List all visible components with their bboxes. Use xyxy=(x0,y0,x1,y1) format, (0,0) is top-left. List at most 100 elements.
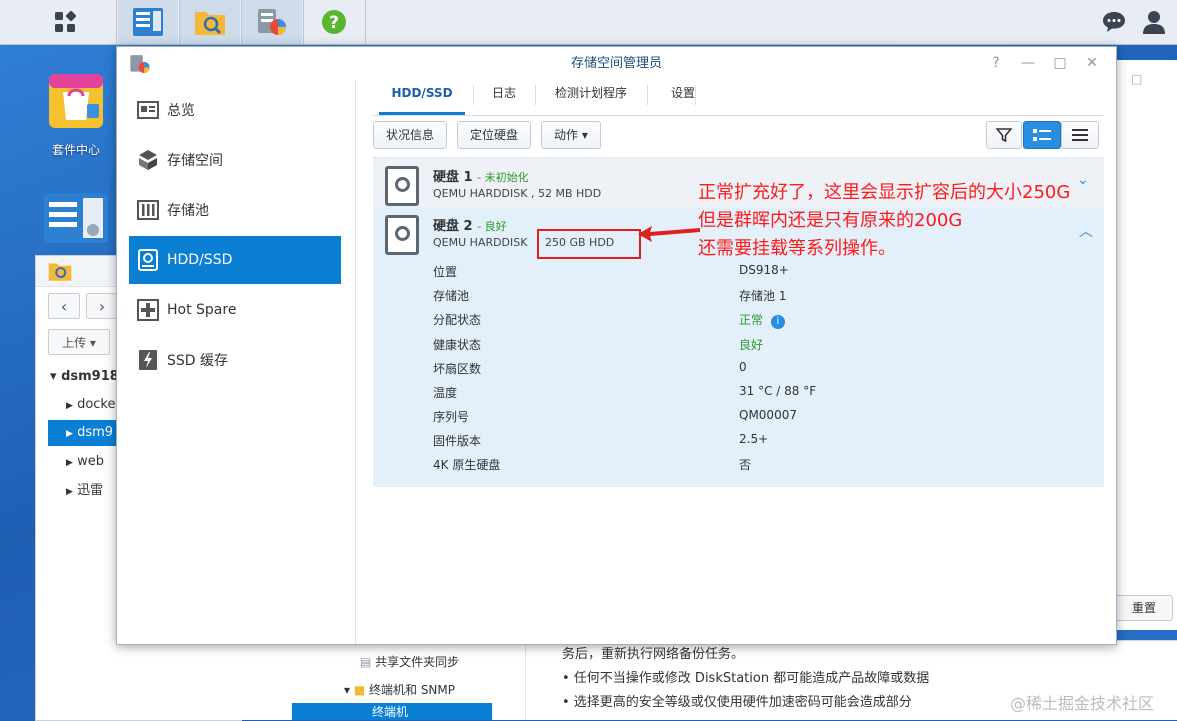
tab-bar: HDD/SSD 日志 检测计划程序 设置 xyxy=(373,81,1103,116)
upload-button[interactable]: 上传 ▾ xyxy=(48,329,110,355)
folder-search-icon xyxy=(195,12,225,35)
hdd-icon xyxy=(385,166,419,206)
main-menu-button[interactable] xyxy=(35,0,95,44)
sidebar-item-overview[interactable]: 总览 xyxy=(129,86,341,134)
maximize-button[interactable]: □ xyxy=(1051,55,1069,71)
user-button[interactable] xyxy=(1130,0,1177,44)
disk-name: 硬盘 1 xyxy=(433,170,473,185)
sidebar-item-hdd-ssd[interactable]: HDD/SSD xyxy=(129,236,341,284)
caret-down-icon: ▾ xyxy=(50,369,57,384)
prop-value: 2.5+ xyxy=(739,432,769,446)
taskbar-control-panel[interactable] xyxy=(118,0,178,44)
caret-right-icon: ▶ xyxy=(66,487,73,497)
prop-value: 正常 i xyxy=(739,311,785,329)
disk-name: 硬盘 2 xyxy=(433,219,473,234)
action-button[interactable]: 动作 ▾ xyxy=(541,121,601,149)
allocation-status: 正常 xyxy=(739,313,764,327)
tree-item-label: docke xyxy=(77,397,116,412)
list-view-button[interactable] xyxy=(1061,121,1099,149)
document-icon: ▤ xyxy=(360,655,376,669)
sidebar-item-label: SSD 缓存 xyxy=(167,353,229,369)
locate-disk-button[interactable]: 定位硬盘 xyxy=(457,121,532,149)
hdd-icon xyxy=(385,215,419,255)
info-icon[interactable]: i xyxy=(770,315,785,329)
hdd-icon xyxy=(137,249,159,271)
reset-button[interactable]: 重置 xyxy=(1115,595,1173,621)
storage-manager-window: 存储空间管理员 ? — □ ✕ 总览 存储空间 存储池 HDD/SSD Hot … xyxy=(116,46,1117,645)
sidebar-item-label: HDD/SSD xyxy=(167,252,233,268)
detail-view-button[interactable] xyxy=(1023,121,1061,149)
sidebar: 总览 存储空间 存储池 HDD/SSD Hot Spare SSD 缓存 xyxy=(117,81,356,644)
prop-label: 分配状态 xyxy=(433,313,482,327)
notice-line-1: 务后，重新执行网络备份任务。 xyxy=(562,647,745,662)
disk-title: 硬盘 1 - 未初始化 xyxy=(433,170,529,185)
tab-logs[interactable]: 日志 xyxy=(479,81,529,115)
storage-manager-icon xyxy=(258,9,286,35)
annotation-highlight-box xyxy=(537,229,641,259)
disk-status: 良好 xyxy=(484,220,507,233)
prop-value: QM00007 xyxy=(739,408,797,422)
shopping-bag-icon xyxy=(49,74,103,128)
prop-value: 0 xyxy=(739,360,747,374)
window-restore-icon: □ xyxy=(1131,72,1143,86)
minimize-button[interactable]: — xyxy=(1019,55,1037,71)
prop-label: 固件版本 xyxy=(433,434,482,448)
desktop-icon-control-panel[interactable] xyxy=(42,192,110,247)
tab-settings[interactable]: 设置 xyxy=(653,81,713,115)
prop-label: 4K 原生硬盘 xyxy=(433,458,501,472)
prop-label: 位置 xyxy=(433,265,458,279)
prop-value: 否 xyxy=(739,458,752,472)
prop-value: 良好 xyxy=(739,338,764,352)
disk-status: 未初始化 xyxy=(484,171,529,184)
back-button[interactable]: ‹ xyxy=(48,293,80,319)
prop-value: 存储池 1 xyxy=(739,289,787,303)
chevron-down-icon[interactable]: ⌄ xyxy=(1077,172,1089,188)
window-title: 存储空间管理员 xyxy=(570,56,662,71)
hot-spare-icon xyxy=(137,299,159,321)
ssd-cache-icon xyxy=(137,349,159,371)
help-button[interactable]: ? xyxy=(987,55,1005,71)
chevron-left-icon: ‹ xyxy=(60,296,68,316)
caret-right-icon: ▶ xyxy=(66,429,73,439)
prop-label: 坏扇区数 xyxy=(433,362,482,376)
disk-model: QEMU HARDDISK , 52 MB HDD xyxy=(433,187,602,200)
tab-test-scheduler[interactable]: 检测计划程序 xyxy=(541,81,641,115)
tree-item-terminal[interactable]: 终端机 xyxy=(292,703,492,720)
sidebar-item-volume[interactable]: 存储空间 xyxy=(129,136,341,184)
prop-value: DS918+ xyxy=(739,263,789,277)
package-center-label: 套件中心 xyxy=(51,143,100,157)
taskbar-file-station[interactable] xyxy=(180,0,240,44)
close-button[interactable]: ✕ xyxy=(1083,55,1101,71)
filter-icon xyxy=(996,128,1012,143)
detail-list-icon xyxy=(1033,129,1051,141)
chevron-up-icon[interactable]: ︿ xyxy=(1079,221,1093,241)
filter-button[interactable] xyxy=(986,121,1022,149)
sidebar-item-storage-pool[interactable]: 存储池 xyxy=(129,186,341,234)
sidebar-item-label: 存储池 xyxy=(167,203,209,219)
user-icon xyxy=(1142,11,1165,34)
sidebar-item-hot-spare[interactable]: Hot Spare xyxy=(129,286,341,334)
tree-item-terminal-snmp[interactable]: ▾ ■ 终端机和 SNMP xyxy=(344,681,455,698)
overview-icon xyxy=(137,99,159,121)
taskbar-storage-manager[interactable] xyxy=(242,0,302,44)
folder-search-icon xyxy=(48,263,72,281)
sidebar-item-label: 总览 xyxy=(167,103,195,119)
tree-item-label: dsm9 xyxy=(77,425,114,440)
taskbar-help[interactable]: ? xyxy=(304,0,364,44)
tree-root-label: dsm918 xyxy=(61,369,119,384)
svg-text:?: ? xyxy=(329,13,339,33)
annotation-arrow xyxy=(638,226,700,242)
annotation-line-3: 还需要挂载等系列操作。 xyxy=(698,238,896,259)
tree-item-share-sync[interactable]: ▤ 共享文件夹同步 xyxy=(360,653,459,670)
status-info-button[interactable]: 状况信息 xyxy=(373,121,448,149)
list-icon xyxy=(1072,129,1088,141)
desktop-icon-package-center[interactable]: 套件中心 xyxy=(40,70,112,158)
prop-label: 存储池 xyxy=(433,289,470,303)
volume-icon xyxy=(137,149,159,171)
tab-hdd-ssd[interactable]: HDD/SSD xyxy=(379,81,465,115)
chevron-right-icon: › xyxy=(98,296,106,316)
storage-pool-icon xyxy=(137,199,159,221)
sidebar-item-ssd-cache[interactable]: SSD 缓存 xyxy=(129,336,341,384)
forward-button[interactable]: › xyxy=(86,293,118,319)
caret-right-icon: ▶ xyxy=(66,401,73,411)
